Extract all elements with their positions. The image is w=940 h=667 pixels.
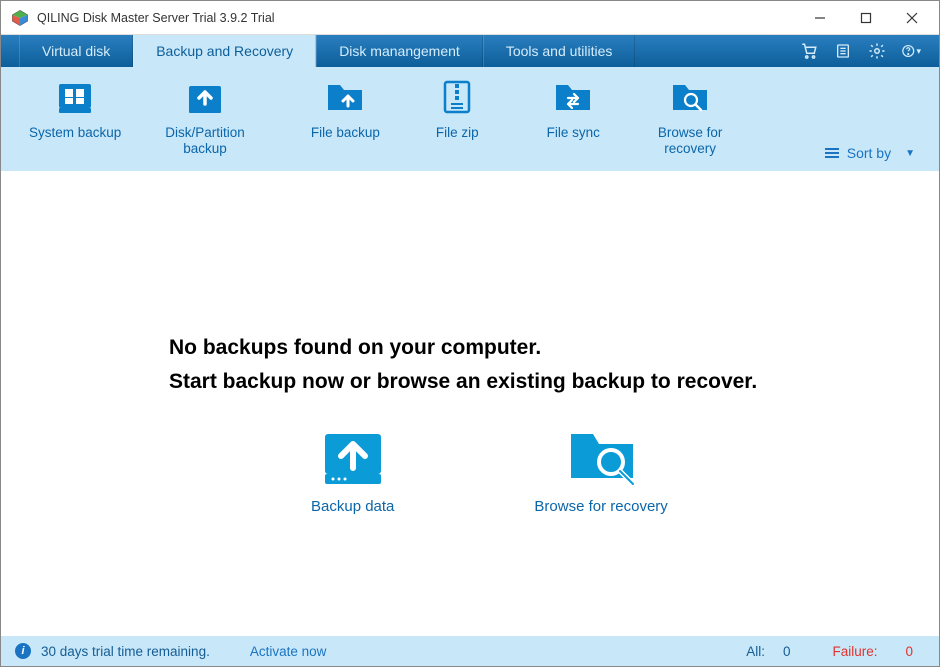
tabbar-inner: Virtual disk Backup and Recovery Disk ma… <box>19 35 635 67</box>
system-backup-icon <box>54 77 96 119</box>
main-content: No backups found on your computer. Start… <box>1 171 939 636</box>
sort-icon <box>825 148 839 158</box>
action-backup-data[interactable]: Backup data <box>311 426 394 515</box>
close-icon <box>906 12 918 24</box>
help-icon[interactable]: ▾ <box>901 41 921 61</box>
action-browse-recovery[interactable]: Browse for recovery <box>534 426 667 515</box>
tab-virtual-disk[interactable]: Virtual disk <box>19 35 133 67</box>
sort-by-button[interactable]: Sort by ▼ <box>825 145 915 161</box>
tabbar: Virtual disk Backup and Recovery Disk ma… <box>1 35 939 67</box>
tool-label: File backup <box>311 125 380 141</box>
browse-recovery-icon <box>669 77 711 119</box>
empty-state: No backups found on your computer. Start… <box>1 336 939 515</box>
maximize-button[interactable] <box>843 3 889 33</box>
activate-link[interactable]: Activate now <box>250 644 327 659</box>
file-zip-icon <box>436 77 478 119</box>
disk-backup-icon <box>184 77 226 119</box>
minimize-button[interactable] <box>797 3 843 33</box>
app-icon <box>11 9 29 27</box>
list-icon[interactable] <box>833 41 853 61</box>
file-backup-icon <box>324 77 366 119</box>
backup-data-icon <box>317 426 389 488</box>
tab-tools-utilities[interactable]: Tools and utilities <box>483 35 636 67</box>
empty-heading-2: Start backup now or browse an existing b… <box>169 370 939 394</box>
tool-label: System backup <box>29 125 121 141</box>
statusbar: i 30 days trial time remaining. Activate… <box>1 636 939 666</box>
tool-browse-recovery[interactable]: Browse for recovery <box>650 77 731 157</box>
chevron-down-icon: ▼ <box>905 148 915 159</box>
minimize-icon <box>814 12 826 24</box>
window-title: QILING Disk Master Server Trial 3.9.2 Tr… <box>37 11 797 25</box>
toolbar: System backup Disk/Partition backup File… <box>1 67 939 171</box>
gear-icon[interactable] <box>867 41 887 61</box>
app-window: QILING Disk Master Server Trial 3.9.2 Tr… <box>0 0 940 667</box>
browse-recovery-large-icon <box>565 426 637 488</box>
status-failure-label: Failure: <box>832 644 877 659</box>
tool-file-sync[interactable]: File sync <box>539 77 608 141</box>
tool-file-zip[interactable]: File zip <box>428 77 487 141</box>
tool-label: File sync <box>547 125 600 141</box>
maximize-icon <box>860 12 872 24</box>
trial-message: 30 days trial time remaining. <box>41 644 210 659</box>
tab-backup-recovery[interactable]: Backup and Recovery <box>133 35 316 67</box>
action-row: Backup data Browse for recovery <box>169 426 939 515</box>
tool-label: Disk/Partition backup <box>165 125 245 157</box>
cart-icon[interactable] <box>799 41 819 61</box>
tool-system-backup[interactable]: System backup <box>21 77 129 141</box>
info-icon: i <box>15 643 31 659</box>
status-all-label: All: <box>746 644 765 659</box>
status-all-value: 0 <box>783 644 791 659</box>
sort-by-label: Sort by <box>847 145 891 161</box>
tool-disk-partition-backup[interactable]: Disk/Partition backup <box>157 77 253 157</box>
close-button[interactable] <box>889 3 935 33</box>
status-failure-value: 0 <box>905 644 913 659</box>
tabbar-icons: ▾ <box>799 35 931 67</box>
tool-file-backup[interactable]: File backup <box>303 77 388 141</box>
titlebar: QILING Disk Master Server Trial 3.9.2 Tr… <box>1 1 939 35</box>
empty-heading-1: No backups found on your computer. <box>169 336 939 360</box>
tool-label: File zip <box>436 125 479 141</box>
tool-label: Browse for recovery <box>658 125 723 157</box>
action-label: Browse for recovery <box>534 498 667 515</box>
action-label: Backup data <box>311 498 394 515</box>
file-sync-icon <box>552 77 594 119</box>
tab-disk-management[interactable]: Disk manangement <box>316 35 483 67</box>
window-controls <box>797 3 935 33</box>
